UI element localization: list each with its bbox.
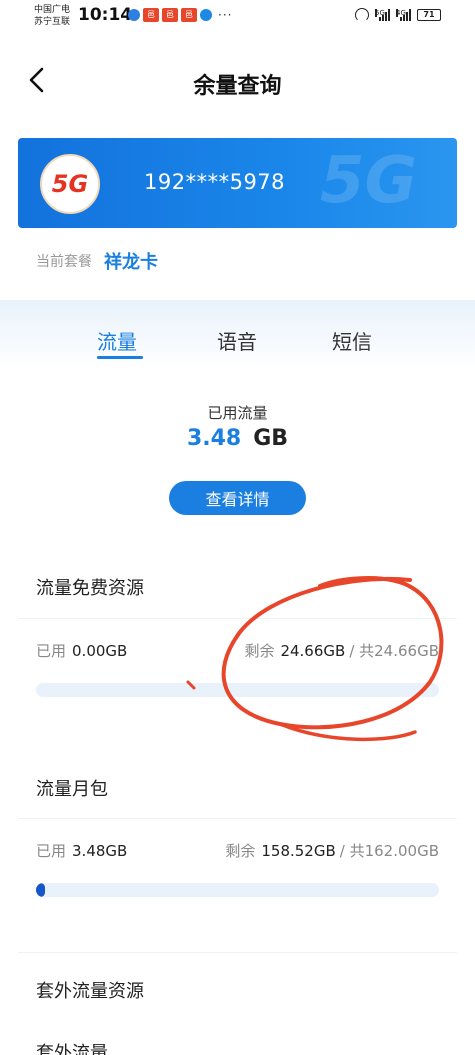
tab-data[interactable]: 流量 bbox=[97, 326, 137, 355]
app-notification-icon bbox=[128, 9, 140, 21]
used-label: 已用 bbox=[36, 842, 67, 860]
page-title: 余量查询 bbox=[193, 74, 282, 99]
used-value: 0.00GB bbox=[72, 642, 128, 660]
tab-voice[interactable]: 语音 bbox=[217, 326, 257, 355]
carrier-info: 中国广电 苏宁互联 bbox=[34, 4, 70, 28]
usage-progress-bar bbox=[36, 683, 439, 697]
active-tab-indicator bbox=[97, 356, 143, 359]
more-notifications-icon: ··· bbox=[218, 8, 233, 22]
view-details-button[interactable]: 查看详情 bbox=[169, 481, 306, 515]
used-value: 3.48GB bbox=[72, 842, 128, 860]
battery-icon: 71 bbox=[417, 9, 441, 21]
section-title: 流量月包 bbox=[36, 779, 108, 800]
current-plan: 当前套餐 祥龙卡 bbox=[36, 248, 158, 274]
used-label: 已用 bbox=[36, 642, 67, 660]
section-divider bbox=[18, 952, 457, 953]
usage-progress-fill bbox=[36, 883, 45, 897]
remain-label: 剩余 bbox=[225, 842, 256, 860]
used-amount: 已用 0.00GB bbox=[36, 640, 127, 661]
plan-label: 当前套餐 bbox=[36, 254, 92, 270]
notification-icons: 邑 邑 邑 ··· bbox=[128, 8, 232, 22]
tab-sms[interactable]: 短信 bbox=[332, 326, 372, 355]
remaining-amount: 剩余 158.52GB / 共162.00GB bbox=[225, 840, 439, 861]
page-header: 余量查询 bbox=[0, 56, 475, 106]
network-type-label: 4G bbox=[396, 9, 406, 17]
carrier-line-1: 中国广电 bbox=[34, 5, 71, 15]
carrier-line-2: 苏宁互联 bbox=[34, 17, 71, 27]
plan-value: 祥龙卡 bbox=[104, 252, 158, 273]
speedometer-icon bbox=[355, 8, 369, 22]
remaining-amount: 剩余 24.66GB / 共24.66GB bbox=[244, 640, 439, 661]
section-title: 套外流量 bbox=[36, 1043, 108, 1055]
total-amount: / 共24.66GB bbox=[349, 642, 439, 660]
logo-5g-icon: 5G bbox=[51, 170, 89, 198]
system-icons: 5G 4G 71 bbox=[355, 8, 441, 22]
notification-badge-icon: 邑 bbox=[181, 8, 197, 22]
phone-number-card: 5G 5G 192****5978 bbox=[18, 138, 457, 228]
bulb-icon bbox=[200, 9, 212, 21]
phone-number: 192****5978 bbox=[144, 170, 286, 194]
used-data-value: 3.48 GB bbox=[0, 426, 475, 451]
notification-badge-icon: 邑 bbox=[143, 8, 159, 22]
total-amount: / 共162.00GB bbox=[339, 842, 439, 860]
annotation-circle bbox=[186, 576, 444, 742]
section-divider bbox=[18, 818, 457, 819]
operator-logo: 5G bbox=[40, 154, 100, 214]
usage-progress-bar bbox=[36, 883, 439, 897]
network-type-label: 5G bbox=[375, 9, 385, 17]
status-bar: 中国广电 苏宁互联 10:14 邑 邑 邑 ··· 5G 4G 71 bbox=[0, 0, 475, 34]
status-clock: 10:14 bbox=[78, 5, 133, 25]
section-title: 流量免费资源 bbox=[36, 578, 144, 599]
notification-badge-icon: 邑 bbox=[162, 8, 178, 22]
remain-value: 24.66GB bbox=[280, 642, 346, 660]
section-divider bbox=[18, 618, 457, 619]
remain-value: 158.52GB bbox=[261, 842, 336, 860]
card-watermark: 5G bbox=[319, 144, 417, 218]
used-data-label: 已用流量 bbox=[207, 404, 268, 422]
signal-icon: 5G bbox=[375, 9, 390, 21]
section-title: 套外流量资源 bbox=[36, 981, 144, 1002]
remain-label: 剩余 bbox=[244, 642, 275, 660]
used-amount: 已用 3.48GB bbox=[36, 840, 127, 861]
signal-icon: 4G bbox=[396, 9, 411, 21]
used-data-unit: GB bbox=[253, 426, 289, 451]
used-data-number: 3.48 bbox=[186, 426, 242, 451]
